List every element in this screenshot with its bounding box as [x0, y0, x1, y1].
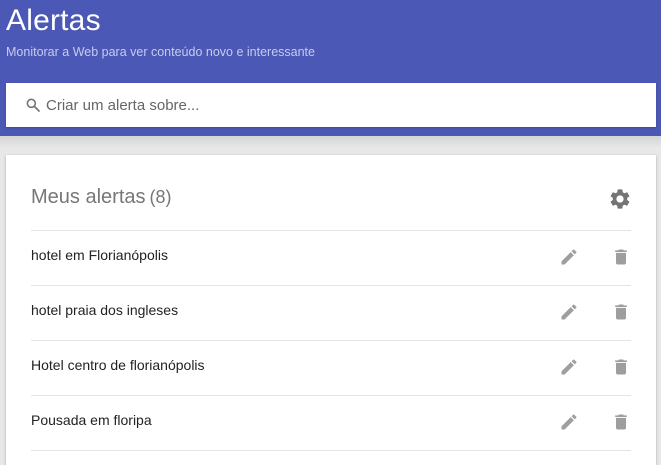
search-icon: [26, 98, 40, 112]
header-shadow: [0, 136, 661, 148]
alerts-count: (8): [149, 187, 172, 207]
gear-icon[interactable]: [608, 187, 632, 211]
alerts-card: Meus alertas (8) hotel em Florianópolis h…: [6, 155, 656, 465]
pencil-icon[interactable]: [559, 247, 579, 267]
alert-row: Pousada em floripa: [31, 395, 631, 451]
pencil-icon[interactable]: [559, 357, 579, 377]
alert-row: Hotel centro de florianópolis: [31, 340, 631, 395]
trash-icon[interactable]: [611, 357, 631, 377]
app-header: Alertas Monitorar a Web para ver conteúd…: [0, 0, 661, 136]
alert-label[interactable]: Pousada em floripa: [31, 412, 152, 428]
page-subtitle: Monitorar a Web para ver conteúdo novo e…: [6, 45, 315, 59]
search-input[interactable]: [46, 83, 646, 127]
alert-label[interactable]: hotel praia dos ingleses: [31, 302, 178, 318]
alert-label[interactable]: hotel em Florianópolis: [31, 247, 168, 263]
alert-label[interactable]: Hotel centro de florianópolis: [31, 357, 205, 373]
alert-row: hotel em Florianópolis: [31, 230, 631, 285]
pencil-icon[interactable]: [559, 412, 579, 432]
trash-icon[interactable]: [611, 412, 631, 432]
alerts-list: hotel em Florianópolis hotel praia dos i…: [31, 230, 631, 451]
trash-icon[interactable]: [611, 247, 631, 267]
page-title: Alertas: [6, 4, 101, 37]
alerts-card-title: Meus alertas (8): [31, 186, 172, 209]
alert-row: hotel praia dos ingleses: [31, 285, 631, 340]
pencil-icon[interactable]: [559, 302, 579, 322]
trash-icon[interactable]: [611, 302, 631, 322]
alerts-title-text: Meus alertas: [31, 186, 146, 208]
search-box[interactable]: [6, 83, 656, 127]
